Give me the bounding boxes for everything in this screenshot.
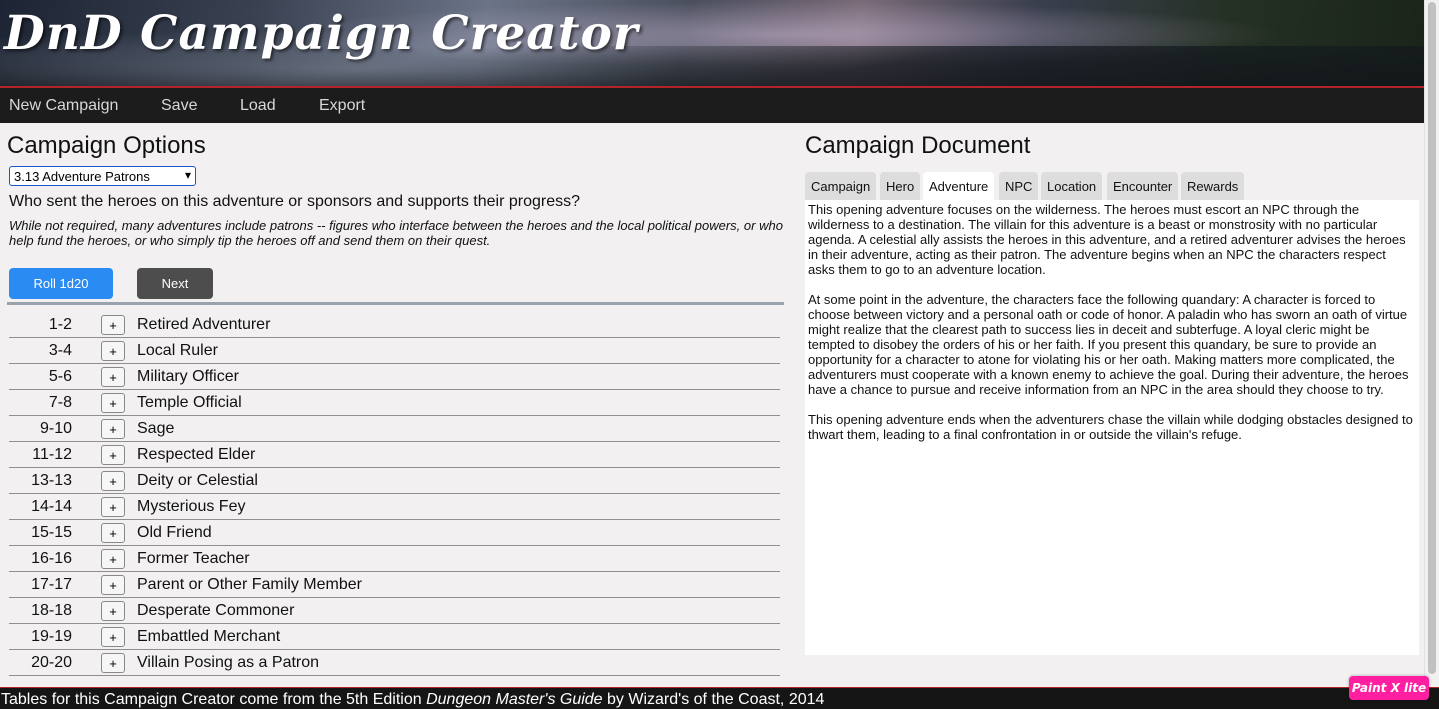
footer: Tables for this Campaign Creator come fr…: [0, 687, 1439, 709]
table-row: 3-4 + Local Ruler: [9, 338, 780, 364]
campaign-document-title: Campaign Document: [805, 132, 1031, 159]
scrollbar-thumb[interactable]: [1428, 2, 1436, 674]
nav-load[interactable]: Load: [240, 97, 276, 115]
roll-range: 15-15: [31, 524, 72, 541]
add-entry-button[interactable]: +: [101, 419, 125, 439]
tab-npc[interactable]: NPC: [999, 172, 1039, 200]
next-button[interactable]: Next: [137, 268, 213, 299]
roll-range: 14-14: [31, 498, 72, 515]
roll-range: 20-20: [31, 654, 72, 671]
roll-entry-label: Villain Posing as a Patron: [137, 654, 320, 671]
roll-entry-label: Military Officer: [137, 368, 239, 385]
document-paragraph: This opening adventure ends when the adv…: [808, 412, 1413, 442]
roll-entry-label: Former Teacher: [137, 550, 250, 567]
roll-range: 16-16: [31, 550, 72, 567]
table-row: 18-18 + Desperate Commoner: [9, 598, 780, 624]
paint-x-lite-badge[interactable]: Paint X lite: [1349, 676, 1429, 700]
roll-entry-label: Parent or Other Family Member: [137, 576, 362, 593]
page-scrollbar[interactable]: [1424, 0, 1439, 709]
roll-button[interactable]: Roll 1d20: [9, 268, 113, 299]
roll-range: 18-18: [31, 602, 72, 619]
add-entry-button[interactable]: +: [101, 523, 125, 543]
add-entry-button[interactable]: +: [101, 341, 125, 361]
tab-location[interactable]: Location: [1041, 172, 1103, 200]
roll-range: 1-2: [48, 316, 72, 333]
roll-entry-label: Retired Adventurer: [137, 316, 271, 333]
table-row: 16-16 + Former Teacher: [9, 546, 780, 572]
roll-entry-label: Deity or Celestial: [137, 472, 258, 489]
table-row: 11-12 + Respected Elder: [9, 442, 780, 468]
roll-range: 9-10: [39, 420, 72, 437]
roll-range: 17-17: [31, 576, 72, 593]
table-row: 15-15 + Old Friend: [9, 520, 780, 546]
document-paragraph: This opening adventure focuses on the wi…: [808, 202, 1406, 277]
roll-range: 13-13: [31, 472, 72, 489]
header-banner: DnD Campaign Creator: [0, 0, 1424, 88]
roll-entry-label: Respected Elder: [137, 446, 256, 463]
add-entry-button[interactable]: +: [101, 497, 125, 517]
list-divider: [7, 302, 784, 305]
add-entry-button[interactable]: +: [101, 653, 125, 673]
document-body[interactable]: This opening adventure focuses on the wi…: [805, 200, 1419, 655]
roll-entry-label: Local Ruler: [137, 342, 218, 359]
table-row: 1-2 + Retired Adventurer: [9, 312, 780, 338]
add-entry-button[interactable]: +: [101, 627, 125, 647]
chevron-down-icon: ▾: [184, 168, 191, 182]
table-description: While not required, many adventures incl…: [9, 218, 783, 248]
nav-export[interactable]: Export: [319, 97, 365, 115]
table-row: 7-8 + Temple Official: [9, 390, 780, 416]
roll-entry-label: Old Friend: [137, 524, 212, 541]
roll-entry-label: Temple Official: [137, 394, 242, 411]
add-entry-button[interactable]: +: [101, 367, 125, 387]
table-row: 17-17 + Parent or Other Family Member: [9, 572, 780, 598]
roll-entry-label: Mysterious Fey: [137, 498, 246, 515]
campaign-options-title: Campaign Options: [7, 132, 206, 159]
document-paragraph: At some point in the adventure, the char…: [808, 292, 1409, 397]
site-title: DnD Campaign Creator: [4, 6, 639, 61]
table-row: 9-10 + Sage: [9, 416, 780, 442]
roll-range: 7-8: [48, 394, 72, 411]
tab-rewards[interactable]: Rewards: [1181, 172, 1245, 200]
roll-range: 5-6: [48, 368, 72, 385]
footer-book-title: Dungeon Master's Guide: [426, 691, 603, 708]
nav-new-campaign[interactable]: New Campaign: [9, 97, 118, 115]
roll-range: 3-4: [48, 342, 72, 359]
table-row: 19-19 + Embattled Merchant: [9, 624, 780, 650]
tab-hero[interactable]: Hero: [880, 172, 921, 200]
nav-save[interactable]: Save: [161, 97, 197, 115]
add-entry-button[interactable]: +: [101, 601, 125, 621]
table-question: Who sent the heroes on this adventure or…: [9, 193, 580, 210]
roll-range: 19-19: [31, 628, 72, 645]
tab-adventure[interactable]: Adventure: [923, 172, 995, 200]
table-select-value: 3.13 Adventure Patrons: [14, 169, 150, 184]
add-entry-button[interactable]: +: [101, 471, 125, 491]
navbar: New Campaign Save Load Export: [0, 88, 1424, 123]
table-row: 14-14 + Mysterious Fey: [9, 494, 780, 520]
table-row: 20-20 + Villain Posing as a Patron: [9, 650, 780, 676]
add-entry-button[interactable]: +: [101, 549, 125, 569]
add-entry-button[interactable]: +: [101, 445, 125, 465]
table-row: 13-13 + Deity or Celestial: [9, 468, 780, 494]
table-select[interactable]: 3.13 Adventure Patrons ▾: [9, 166, 196, 186]
tab-encounter[interactable]: Encounter: [1107, 172, 1179, 200]
roll-entry-label: Desperate Commoner: [137, 602, 295, 619]
table-row: 5-6 + Military Officer: [9, 364, 780, 390]
roll-table: 1-2 + Retired Adventurer 3-4 + Local Ruler 5-6…: [9, 312, 780, 676]
add-entry-button[interactable]: +: [101, 315, 125, 335]
tab-campaign[interactable]: Campaign: [805, 172, 877, 200]
roll-entry-label: Embattled Merchant: [137, 628, 281, 645]
add-entry-button[interactable]: +: [101, 575, 125, 595]
roll-range: 11-12: [32, 446, 72, 463]
add-entry-button[interactable]: +: [101, 393, 125, 413]
footer-credit: Tables for this Campaign Creator come fr…: [1, 691, 825, 708]
roll-entry-label: Sage: [137, 420, 175, 437]
